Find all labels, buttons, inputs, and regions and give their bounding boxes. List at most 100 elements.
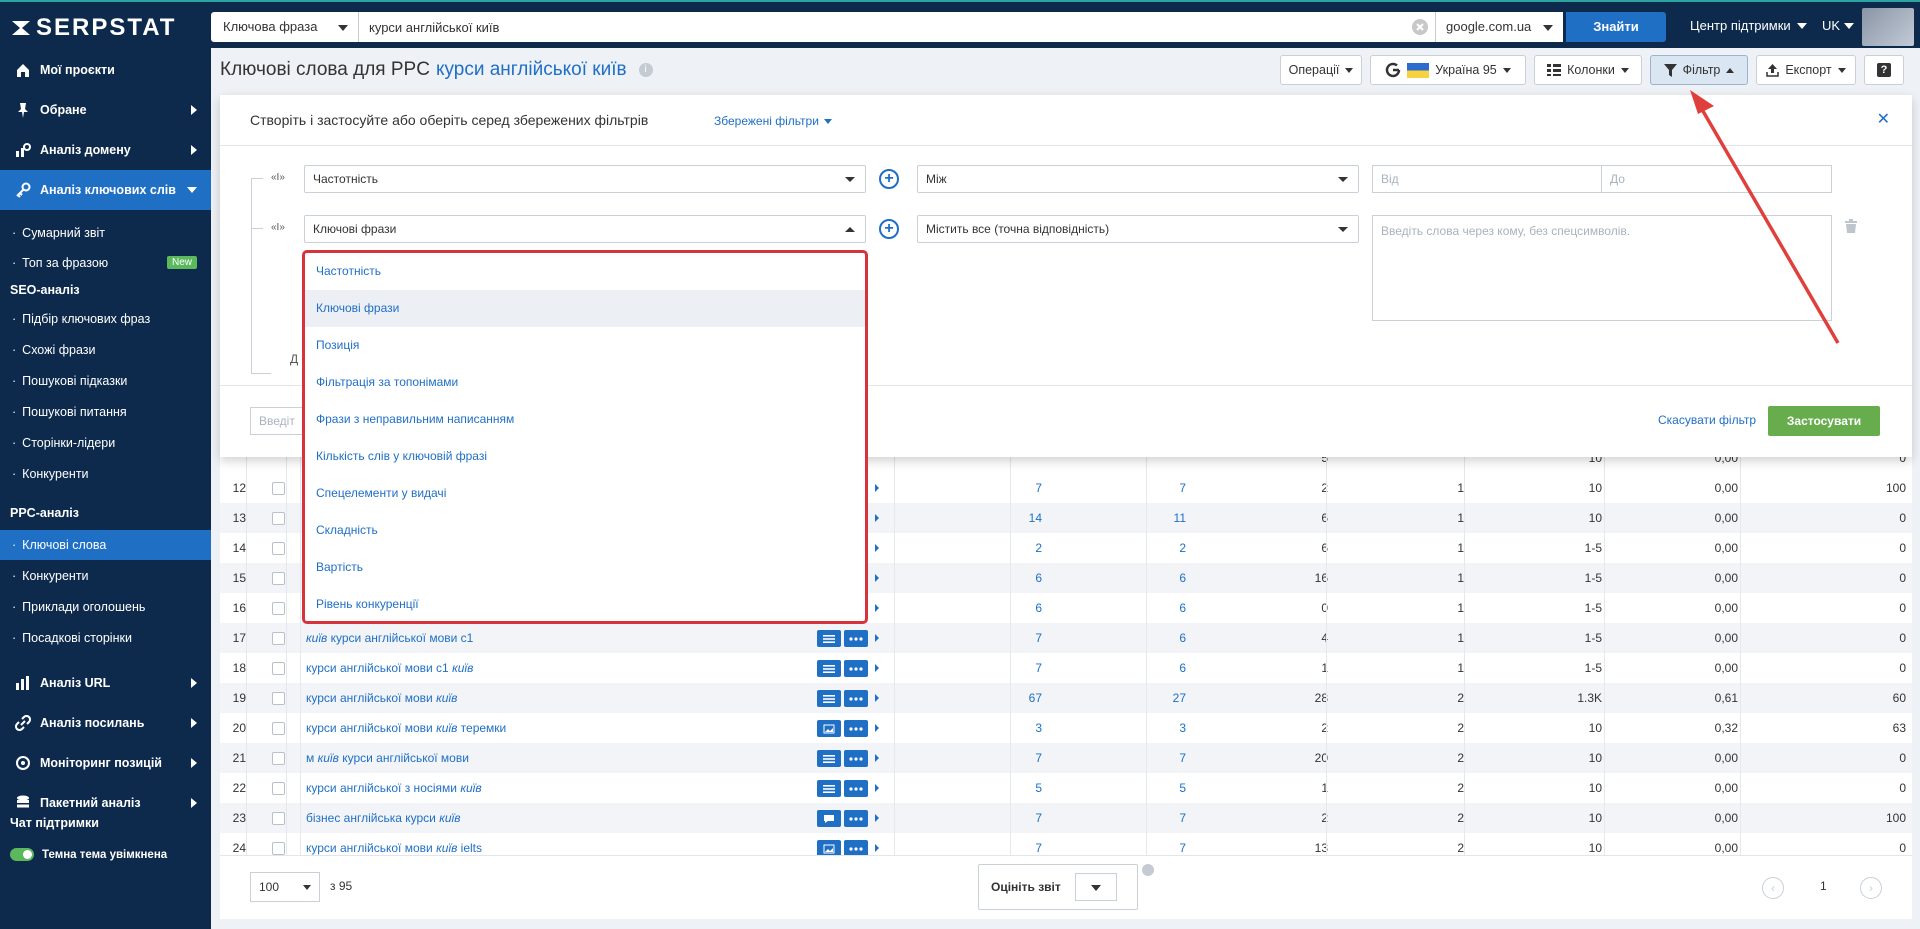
more-options-button[interactable] [844,780,868,797]
cell-value[interactable]: 7 [1050,473,1186,503]
cell-value[interactable]: 3 [1050,713,1186,743]
chat-support-link[interactable]: Чат підтримки [10,816,99,830]
dropdown-option-cost[interactable]: Вартість [305,549,865,586]
row-checkbox[interactable] [272,842,285,855]
region-select[interactable]: Україна 95 [1370,55,1526,85]
sidebar-item-position-monitoring[interactable]: Моніторинг позицій [0,743,211,783]
expand-arrow-icon[interactable] [875,604,879,612]
cell-value[interactable]: 7 [920,473,1042,503]
support-center-menu[interactable]: Центр підтримки [1690,18,1807,33]
expand-arrow-icon[interactable] [875,484,879,492]
cell-value[interactable]: 3 [920,713,1042,743]
ads-button[interactable] [817,660,841,677]
table-row[interactable]: 17 київ курси англійської мови с1 7 6 4 1 1-5 0… [220,623,1912,653]
cell-value[interactable]: 7 [920,623,1042,653]
row-checkbox[interactable] [272,812,285,825]
ads-button[interactable] [817,840,841,855]
cell-value[interactable]: 14 [920,503,1042,533]
more-options-button[interactable] [844,690,868,707]
expand-arrow-icon[interactable] [875,784,879,792]
rate-report-select[interactable] [1075,873,1117,901]
cell-value[interactable]: 6 [920,593,1042,623]
row-checkbox[interactable] [272,482,285,495]
ads-button[interactable] [817,750,841,767]
dropdown-option-frequency[interactable]: Частотність [305,253,865,290]
filter-condition-select[interactable]: Між [917,165,1359,193]
table-row[interactable]: 24 курси англійської мови київ ielts 7 7 13 2… [220,833,1912,855]
expand-arrow-icon[interactable] [875,724,879,732]
sidebar-item-similar-phrases[interactable]: · Схожі фрази [0,335,211,365]
more-options-button[interactable] [844,630,868,647]
more-options-button[interactable] [844,720,868,737]
sidebar-item-my-projects[interactable]: Мої проєкти [0,50,211,90]
dropdown-option-serp-features[interactable]: Спецелементи у видачі [305,475,865,512]
sidebar-item-top-by-phrase[interactable]: · Топ за фразою New [0,248,211,278]
table-row[interactable]: 20 курси англійської мови київ теремки 3 3 2… [220,713,1912,743]
row-checkbox[interactable] [272,602,285,615]
row-checkbox[interactable] [272,572,285,585]
ads-button[interactable] [817,690,841,707]
cell-value[interactable]: 27 [1050,683,1186,713]
dropdown-option-misspelled[interactable]: Фрази з неправильним написанням [305,401,865,438]
dropdown-option-competition[interactable]: Рівень конкуренції [305,586,865,621]
info-icon[interactable] [1142,864,1154,876]
keyword-link[interactable]: курси англійської з носіями київ [306,773,482,803]
language-switch[interactable]: UK [1822,18,1855,33]
keyword-link[interactable]: курси англійської мови київ [306,683,457,713]
dropdown-option-word-count[interactable]: Кількість слів у ключовій фразі [305,438,865,475]
sidebar-item-keyword-selection[interactable]: · Підбір ключових фраз [0,304,211,334]
cell-value[interactable]: 11 [1050,503,1186,533]
sidebar-item-top-pages[interactable]: · Сторінки-лідери [0,428,211,458]
apply-button[interactable]: Застосувати [1768,406,1880,436]
table-row[interactable]: 22 курси англійської з носіями київ 5 5 1 2 10… [220,773,1912,803]
keyword-link[interactable]: курси англійської мови с1 київ [306,653,473,683]
cell-value[interactable]: 7 [1050,743,1186,773]
sidebar-item-search-questions[interactable]: · Пошукові питання [0,397,211,427]
more-options-button[interactable] [844,660,868,677]
cell-value[interactable]: 2 [1050,533,1186,563]
trash-icon[interactable] [1845,219,1857,233]
sidebar-item-keyword-analysis[interactable]: Аналіз ключових слів [0,170,211,210]
prev-page-button[interactable]: ‹ [1762,877,1784,899]
row-checkbox[interactable] [272,722,285,735]
table-row[interactable]: 21 м київ курси англійської мови 7 7 20 2 10 0,… [220,743,1912,773]
info-icon[interactable]: i [638,63,653,77]
row-checkbox[interactable] [272,512,285,525]
filter-condition-select[interactable]: Містить все (точна відповідність) [917,215,1359,243]
expand-arrow-icon[interactable] [875,514,879,522]
dropdown-option-position[interactable]: Позиція [305,327,865,364]
cell-value[interactable]: 5 [1050,773,1186,803]
search-type-select[interactable]: Ключова фраза [211,12,359,42]
add-condition-button[interactable]: + [879,169,899,189]
cell-value[interactable]: 67 [920,683,1042,713]
add-condition-button[interactable]: + [879,219,899,239]
operations-button[interactable]: Операції [1280,55,1362,85]
cell-value[interactable]: 5 [920,773,1042,803]
close-icon[interactable]: ✕ [1877,109,1890,129]
saved-filters-dropdown[interactable]: Збережені фільтри [714,114,832,128]
row-checkbox[interactable] [272,662,285,675]
search-input[interactable] [359,12,1435,42]
page-title-query[interactable]: курси англійської київ [436,59,627,81]
cell-value[interactable]: 2 [920,533,1042,563]
sidebar-item-landing-pages[interactable]: · Посадкові сторінки [0,623,211,653]
table-row[interactable]: 23 бізнес англійська курси київ 7 7 2 2 10 0,00… [220,803,1912,833]
search-engine-select[interactable]: google.com.ua [1435,12,1563,42]
filter-button[interactable]: Фільтр [1650,55,1748,85]
ads-button[interactable] [817,810,841,827]
clear-search-icon[interactable] [1412,19,1428,35]
expand-arrow-icon[interactable] [875,574,879,582]
sidebar-item-search-suggestions[interactable]: · Пошукові підказки [0,366,211,396]
row-checkbox[interactable] [272,542,285,555]
expand-arrow-icon[interactable] [875,814,879,822]
per-page-select[interactable]: 100 [250,872,320,902]
ads-button[interactable] [817,630,841,647]
serpstat-logo[interactable]: SERPSTAT [10,14,176,42]
add-group-label[interactable]: Д [290,352,298,366]
export-button[interactable]: Експорт [1756,55,1856,85]
sidebar-item-ppc-keywords[interactable]: · Ключові слова [0,530,211,560]
expand-arrow-icon[interactable] [875,664,879,672]
cell-value[interactable]: 6 [920,563,1042,593]
expand-arrow-icon[interactable] [875,844,879,852]
sidebar-item-seo-competitors[interactable]: · Конкуренти [0,459,211,489]
